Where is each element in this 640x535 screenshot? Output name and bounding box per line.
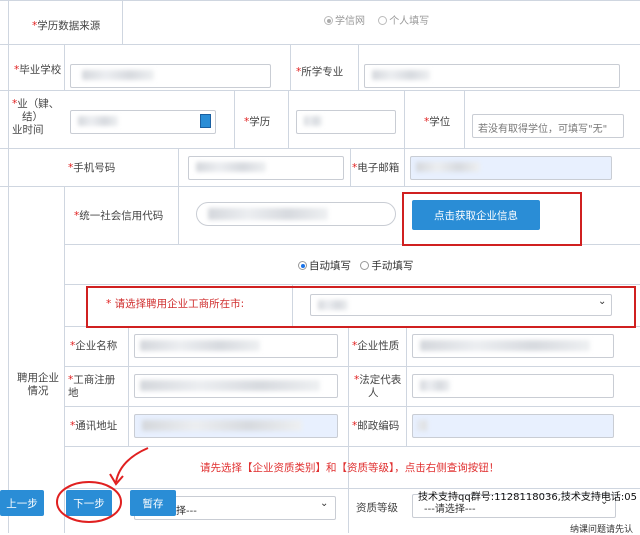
annotation-arrow bbox=[115, 447, 149, 483]
annotation-circle bbox=[56, 481, 122, 523]
annotation-overlay bbox=[56, 447, 149, 523]
